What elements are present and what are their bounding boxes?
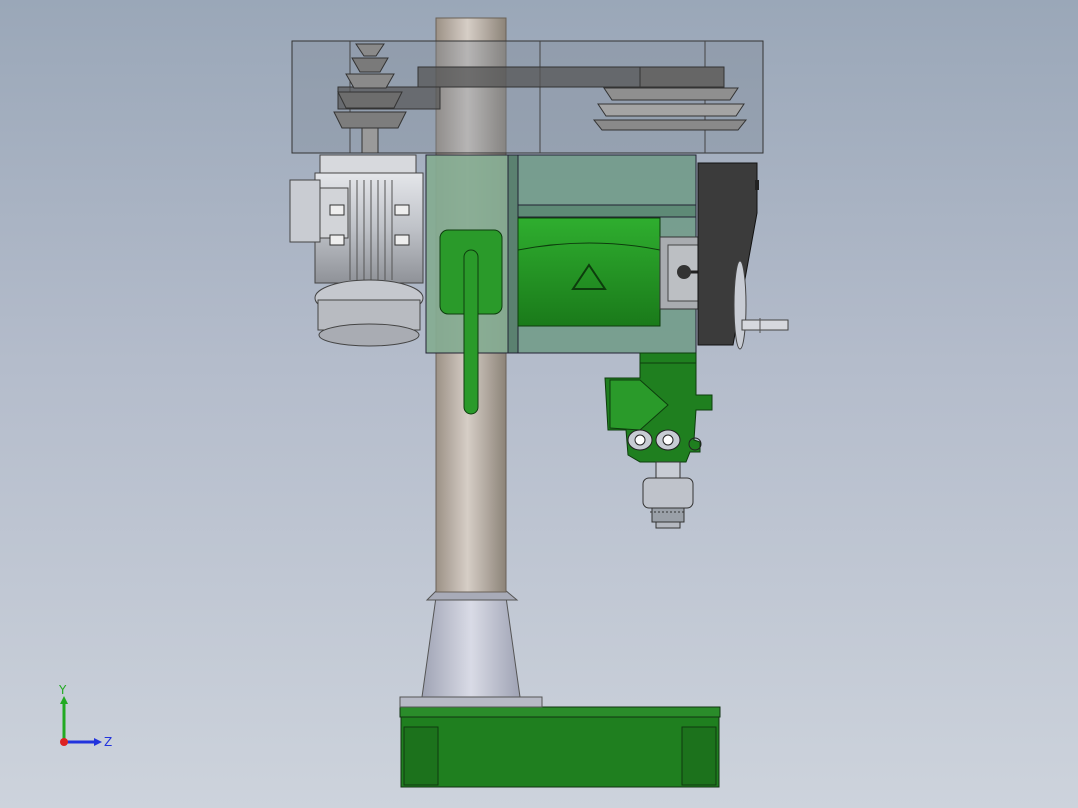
drill-chuck[interactable] (642, 461, 694, 529)
z-axis-label: Z (104, 735, 112, 749)
gearbox-cover[interactable] (697, 162, 759, 346)
orientation-triad: Y Z (52, 683, 122, 754)
handwheel[interactable] (733, 260, 789, 350)
drill-press-model[interactable] (0, 0, 1078, 808)
cad-viewport[interactable]: Y Z (0, 0, 1078, 808)
spindle-casting[interactable] (604, 352, 713, 463)
quill-housing[interactable] (517, 217, 661, 327)
base-table[interactable] (399, 706, 721, 788)
column-base[interactable] (399, 589, 543, 708)
motor[interactable] (289, 154, 424, 347)
y-axis-label: Y (58, 684, 67, 697)
